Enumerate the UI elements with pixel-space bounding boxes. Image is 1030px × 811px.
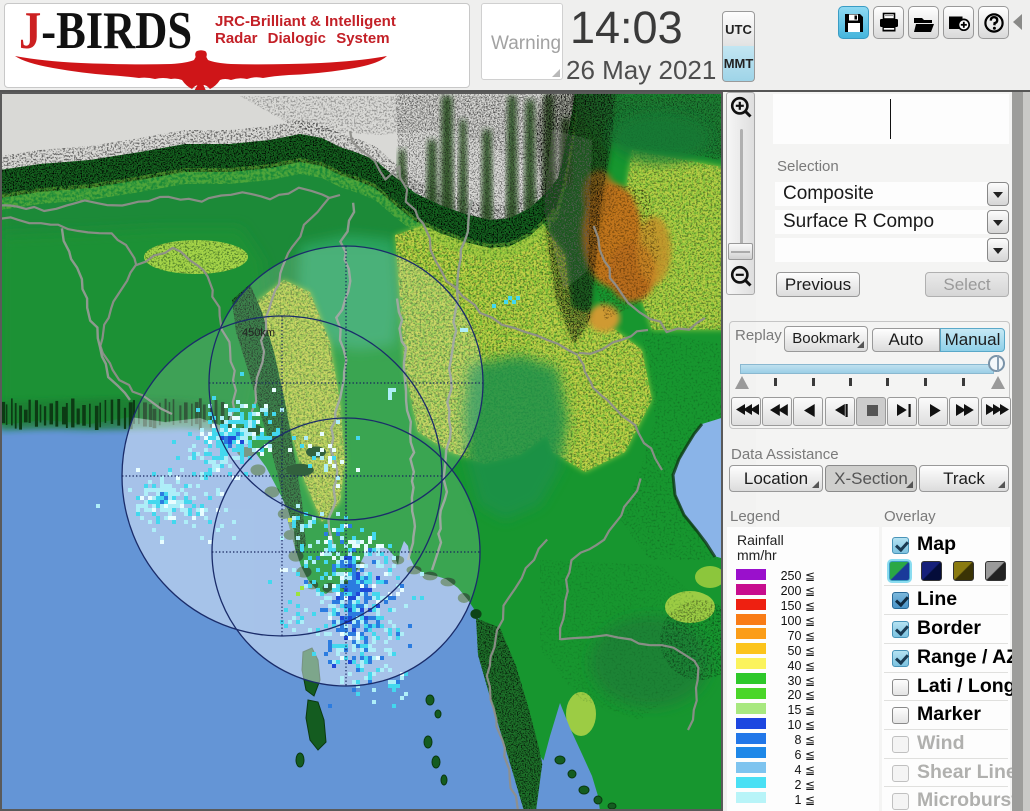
svg-text:450km: 450km [242, 327, 275, 339]
